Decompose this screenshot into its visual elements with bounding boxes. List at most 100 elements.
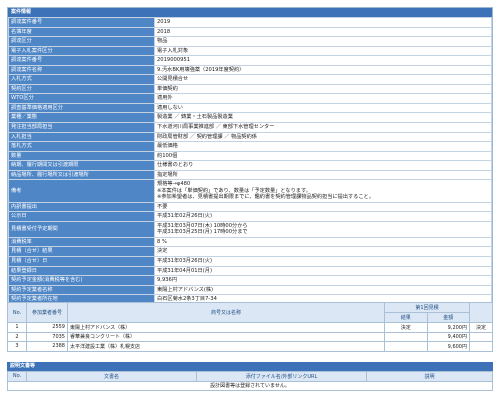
bid-row: 3 2388 太平洋建設工業（株）札幌支店 9,600円 <box>7 341 493 352</box>
bid-company: 太平洋建設工業（株）札幌支店 <box>67 341 385 352</box>
page: 案件情報 調達案件番号 2019 名簿年度 2018 調達区分 物品 電子入札案件区分 電子入… <box>0 0 500 402</box>
bid-amount: 9,400円 <box>426 331 470 342</box>
info-label: 調達案件番号 <box>8 55 155 66</box>
info-row: 納期、履行期間又は引渡期限 仕様書のとおり <box>8 160 492 171</box>
info-value: 9.汚水BK用壊強薬〈2019年度契約〉 <box>154 64 492 76</box>
doc-col-name: 文書名 <box>26 371 197 382</box>
bid-no: 1 <box>7 322 27 333</box>
info-row: 公示日 平成31年02月26日(火) <box>8 211 492 222</box>
info-row: 結果登録日 平成31年04月01日(月) <box>8 265 492 277</box>
col-no: No. <box>7 302 27 323</box>
bid-reg-number: 2388 <box>26 341 68 352</box>
info-value-line: 平成31年03月25日(月) 17時00分まで <box>157 229 248 236</box>
col-result: 結果 <box>384 312 428 323</box>
info-label: 業種／業態 <box>8 112 155 123</box>
info-row: 調達区分 物品 <box>8 36 492 47</box>
info-value: 平成31年03月07日(木) 10時00分から 平成31年03月25日(月) 17… <box>154 220 492 238</box>
col-final <box>469 302 493 323</box>
info-row: 備考 規格等→φ480 ※本案件は「単価契約」であり、数量は「予定数量」となります。… <box>8 179 492 203</box>
bid-result: 決定 <box>384 322 428 333</box>
info-row: 調達案件番号 2019000951 <box>8 55 492 66</box>
info-label: 契約予定業者名称 <box>8 284 155 296</box>
info-value: 2019 <box>154 17 492 28</box>
info-row: 見積（合せ）日 平成31年03月26日(火) <box>8 256 492 267</box>
docs-panel: 説明文書等 No. 文書名 添付ファイル名/外部リンクURL 説明 設計図書等は… <box>7 362 493 391</box>
info-label: 消費税率 <box>8 236 155 248</box>
col-company: 商号又は名称 <box>67 302 385 323</box>
bid-row: 2 7035 睿華兼良コンクリート（株） 9,400円 <box>7 331 493 342</box>
docs-title: 説明文書等 <box>7 362 493 371</box>
info-value: 電子入札対象 <box>154 45 492 57</box>
info-value: 約100個 <box>154 150 492 162</box>
bid-reg-number: 2559 <box>26 322 68 333</box>
info-value: 決定 <box>154 246 492 257</box>
info-label: 結果登録日 <box>8 265 155 277</box>
case-info-title: 案件情報 <box>8 8 492 17</box>
info-value: 平成31年02月26日(火) <box>154 211 492 222</box>
info-label: 名簿年度 <box>8 26 155 38</box>
doc-col-no: No. <box>7 371 27 382</box>
info-row: WTO区分 適用外 <box>8 93 492 104</box>
info-value: 平成31年03月26日(火) <box>154 256 492 267</box>
bid-result <box>384 331 428 342</box>
info-row: 見積書受付予定期間 平成31年03月07日(木) 10時00分から 平成31年03月… <box>8 220 492 238</box>
info-label: 納品場所、履行場所又は引渡場所 <box>8 169 155 181</box>
info-row: 電子入札案件区分 電子入札対象 <box>8 45 492 57</box>
info-value: 指定場所 <box>154 169 492 181</box>
info-label: 入札方式 <box>8 74 155 85</box>
info-label: 内訳書提出 <box>8 201 155 213</box>
col-reg: 参加業者番号 <box>26 302 68 323</box>
info-value: 財政局管財部 ／ 契約管理課 ／ 物品契約係 <box>154 131 492 143</box>
info-value: 8 % <box>154 236 492 248</box>
info-label: 調達案件番号 <box>8 17 155 28</box>
info-value: 不要 <box>154 201 492 213</box>
info-label: WTO区分 <box>8 93 155 104</box>
info-label: 公示日 <box>8 211 155 222</box>
info-value: 公開見積合せ <box>154 74 492 85</box>
bid-final <box>469 331 493 342</box>
info-label: 納期、履行期間又は引渡期限 <box>8 160 155 171</box>
info-value: 最低価格 <box>154 141 492 152</box>
info-value: 規格等→φ480 ※本案件は「単価契約」であり、数量は「予定数量」となります。 ※参… <box>154 179 492 203</box>
info-row: 調達案件番号 2019 <box>8 17 492 28</box>
doc-col-file: 添付ファイル名/外部リンクURL <box>196 371 367 382</box>
info-value: 9,936円 <box>154 275 492 286</box>
info-value: 2018 <box>154 26 492 38</box>
info-row: 業種／業態 製造業 ／ 鋳業・土石製品製造業 <box>8 112 492 123</box>
info-label: 電子入札案件区分 <box>8 45 155 57</box>
info-row: 契約予定金額(消費税等を含む) 9,936円 <box>8 275 492 286</box>
docs-table: No. 文書名 添付ファイル名/外部リンクURL 説明 設計図書等は登録されてい… <box>7 371 493 391</box>
info-value-line: ※参加希望者は、見積書提出期限までに、鑑約書を契約管理課物品契約担当に提出するこ… <box>157 194 374 201</box>
info-label: 落札方式 <box>8 141 155 152</box>
bid-final <box>469 341 493 352</box>
info-label: 契約区分 <box>8 83 155 95</box>
info-label: 契約予定金額(消費税等を含む) <box>8 275 155 286</box>
info-row: 契約区分 単価契約 <box>8 83 492 95</box>
info-value: 製造業 ／ 鋳業・土石製品製造業 <box>154 112 492 123</box>
info-row: 入札担当 財政局管財部 ／ 契約管理課 ／ 物品契約係 <box>8 131 492 143</box>
info-label: 調達案件名称 <box>8 64 155 76</box>
case-info-table: 調達案件番号 2019 名簿年度 2018 調達区分 物品 電子入札案件区分 電子入札対象 調達… <box>8 17 492 305</box>
info-row: 調達案件名称 9.汚水BK用壊強薬〈2019年度契約〉 <box>8 64 492 76</box>
info-label: 備考 <box>8 179 155 203</box>
docs-empty-message: 設計図書等は登録されていません。 <box>7 380 493 391</box>
info-row: 発注担当部局担当 下水道河川局事業推進部 ／ 東部下水管理センター <box>8 122 492 133</box>
info-label: 見積（合せ）日 <box>8 256 155 267</box>
info-label: 入札担当 <box>8 131 155 143</box>
bid-company: 睿華兼良コンクリート（株） <box>67 331 385 342</box>
info-value: 2019000951 <box>154 55 492 66</box>
info-row: 調査基準価格適用区分 適用しない <box>8 102 492 114</box>
bid-amount: 9,600円 <box>426 341 470 352</box>
bid-row: 1 2559 東陽上村アドバンス（株） 決定 9,200円 決定 <box>7 322 493 333</box>
info-value: 物品 <box>154 36 492 47</box>
bid-amount: 9,200円 <box>426 322 470 333</box>
bid-results-table: No. 参加業者番号 商号又は名称 第1回見積 結果 金額 1 2559 東陽上村ア… <box>7 302 493 352</box>
col-round1: 第1回見積 <box>384 302 470 313</box>
info-label: 数量 <box>8 150 155 162</box>
bid-no: 3 <box>7 341 27 352</box>
info-row: 納品場所、履行場所又は引渡場所 指定場所 <box>8 169 492 181</box>
bid-final: 決定 <box>469 322 493 333</box>
info-row: 契約予定業者名称 東陽上村アドバンス(株) <box>8 284 492 296</box>
bid-result <box>384 341 428 352</box>
info-label: 発注担当部局担当 <box>8 122 155 133</box>
